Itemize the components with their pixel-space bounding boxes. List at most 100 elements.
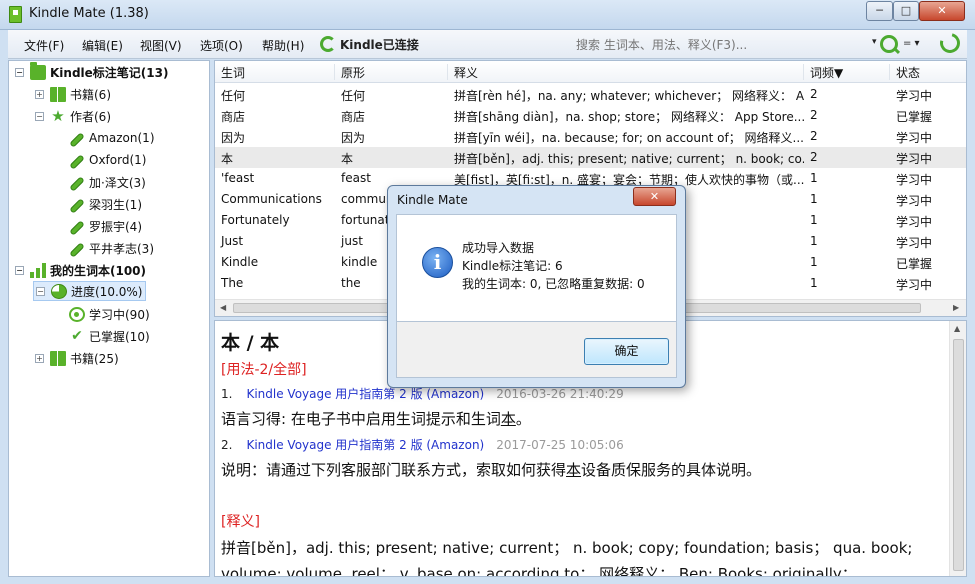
info-icon: i [422, 247, 453, 278]
table-row[interactable]: 任何 任何 拼音[rèn hé]，na. any; whatever; whiche… [215, 84, 966, 105]
search-icon[interactable] [880, 35, 898, 53]
cell-frequency: 2 [810, 108, 818, 122]
cell-definition: 拼音[běn]，adj. this; present; native; curr… [454, 152, 804, 166]
usage-book-link[interactable]: Kindle Voyage 用户指南第 2 版 (Amazon) [246, 387, 484, 401]
pencil-icon [69, 242, 85, 258]
definition-header: [释义] [221, 514, 260, 530]
cell-base-form: feast [341, 171, 371, 185]
scroll-thumb[interactable] [953, 339, 964, 571]
search-input[interactable] [570, 34, 870, 55]
import-result-dialog: Kindle Mate ✕ i 成功导入数据 Kindle标注笔记: 6 我的生… [387, 185, 686, 388]
close-button[interactable]: ✕ [919, 1, 965, 21]
tree-label: 加·泽文(3) [89, 175, 146, 190]
cell-frequency: 1 [810, 192, 818, 206]
tree-item-vocabulary[interactable]: − 我的生词本(100) [15, 260, 146, 280]
dialog-body: i 成功导入数据 Kindle标注笔记: 6 我的生词本: 0, 已忽略重复数据… [396, 214, 677, 322]
tree-item-kindle-notes[interactable]: − Kindle标注笔记(13) [15, 61, 168, 82]
cell-definition: 拼音[shāng diàn]，na. shop; store； 网络释义： Ap… [454, 110, 804, 124]
pie-icon [51, 283, 67, 299]
tree-item-books[interactable]: + 书籍(6) [35, 84, 111, 104]
tree-label: 书籍(25) [70, 351, 119, 366]
collapse-icon[interactable]: − [36, 286, 45, 296]
cell-base-form: 商店 [341, 110, 366, 124]
table-row[interactable]: 本 本 拼音[běn]，adj. this; present; native; cu… [215, 147, 966, 168]
usage-book-link[interactable]: Kindle Voyage 用户指南第 2 版 (Amazon) [246, 438, 484, 452]
cell-word: 因为 [221, 131, 246, 145]
pencil-icon [69, 132, 85, 148]
scroll-up-icon[interactable]: ▲ [954, 324, 960, 333]
tree-item-author[interactable]: 罗振宇(4) [69, 216, 142, 236]
usage-sentence: 语言习得: 在电子书中启用生词提示和生词本。 [221, 408, 531, 429]
tree-item-authors[interactable]: − ★ 作者(6) [35, 106, 111, 126]
cell-definition: 拼音[rèn hé]，na. any; whatever; whichever；… [454, 89, 804, 103]
menu-options[interactable]: 选项(O) [200, 37, 243, 54]
menu-edit[interactable]: 编辑(E) [82, 37, 123, 54]
expand-icon[interactable]: + [35, 89, 44, 99]
usage-number: 1. [221, 387, 233, 401]
cell-status: 已掌握 [896, 110, 933, 124]
maximize-button[interactable]: □ [893, 1, 919, 21]
cell-definition: 拼音[yīn wéi]，na. because; for; on account… [454, 131, 804, 145]
pencil-icon [69, 198, 85, 214]
cell-status: 学习中 [896, 173, 933, 187]
cell-word: 任何 [221, 89, 246, 103]
menu-view[interactable]: 视图(V) [140, 37, 182, 54]
collapse-icon[interactable]: − [15, 67, 24, 77]
column-header-word[interactable]: 生词 [215, 64, 335, 80]
tree-item-progress[interactable]: − 进度(10.0%) [33, 281, 146, 301]
tree-item-author[interactable]: 梁羽生(1) [69, 194, 142, 214]
tree-item-mastered[interactable]: ✔ 已掌握(10) [69, 326, 150, 346]
vertical-scrollbar[interactable]: ▲ [949, 321, 966, 576]
pencil-icon [69, 154, 85, 170]
scroll-left-icon[interactable]: ◀ [220, 303, 226, 312]
dialog-message: 成功导入数据 [462, 241, 535, 255]
cell-word: 'feast [221, 171, 255, 185]
book-icon [50, 86, 66, 102]
cell-status: 学习中 [896, 278, 933, 292]
collapse-icon[interactable]: − [15, 265, 24, 275]
ok-button[interactable]: 确定 [584, 338, 669, 365]
collapse-icon[interactable]: − [35, 111, 44, 121]
app-icon [9, 6, 22, 23]
title-bar: Kindle Mate (1.38) ─ □ ✕ [0, 0, 975, 30]
expand-icon[interactable]: + [35, 353, 44, 363]
column-header-status[interactable]: 状态 [890, 64, 966, 80]
tree-label: Amazon(1) [89, 131, 155, 145]
tree-label: 书籍(6) [70, 87, 111, 102]
scroll-right-icon[interactable]: ▶ [953, 303, 959, 312]
column-header-definition[interactable]: 释义 [448, 64, 804, 80]
menu-file[interactable]: 文件(F) [24, 37, 64, 54]
column-header-base-form[interactable]: 原形 [335, 64, 448, 80]
tree-item-author[interactable]: Oxford(1) [69, 150, 146, 170]
usage-time: 2017-07-25 10:05:06 [496, 438, 624, 452]
menu-help[interactable]: 帮助(H) [262, 37, 304, 54]
tree-item-author[interactable]: 加·泽文(3) [69, 172, 146, 192]
cell-frequency: 1 [810, 213, 818, 227]
dialog-close-button[interactable]: ✕ [633, 187, 676, 206]
tree-label: Oxford(1) [89, 153, 147, 167]
tree-item-vocab-books[interactable]: + 书籍(25) [35, 348, 119, 368]
table-row[interactable]: 因为 因为 拼音[yīn wéi]，na. because; for; on acc… [215, 126, 966, 147]
column-header-frequency[interactable]: 词频▼ [804, 64, 890, 80]
search-options-dropdown[interactable]: = ▾ [903, 38, 920, 49]
cell-frequency: 2 [810, 87, 818, 101]
sentence-text: 语言习得: 在电子书中启用生词提示和生词 [221, 410, 501, 428]
tree-item-learning[interactable]: 学习中(90) [69, 304, 150, 324]
sentence-text: 说明：请通过下列客服部门联系方式，索取如何获得 [221, 461, 567, 479]
tree-label: 梁羽生(1) [89, 197, 142, 212]
cell-base-form: 本 [341, 152, 354, 166]
sync-icon [320, 36, 336, 52]
folder-icon [30, 61, 46, 80]
tree-item-author[interactable]: Amazon(1) [69, 128, 155, 148]
search-dropdown-icon[interactable]: ▾ [872, 37, 877, 47]
sentence-highlight: 本 [566, 461, 582, 479]
table-row[interactable]: 商店 商店 拼音[shāng diàn]，na. shop; store； 网络释义… [215, 105, 966, 126]
dialog-message: 我的生词本: 0, 已忽略重复数据: 0 [462, 277, 645, 291]
kindle-status: Kindle已连接 [320, 34, 419, 54]
cell-word: Communications [221, 192, 322, 206]
tree-item-author[interactable]: 平井孝志(3) [69, 238, 154, 258]
star-icon: ★ [51, 106, 65, 125]
bar-chart-icon [30, 262, 46, 278]
cell-status: 学习中 [896, 131, 933, 145]
minimize-button[interactable]: ─ [866, 1, 893, 21]
